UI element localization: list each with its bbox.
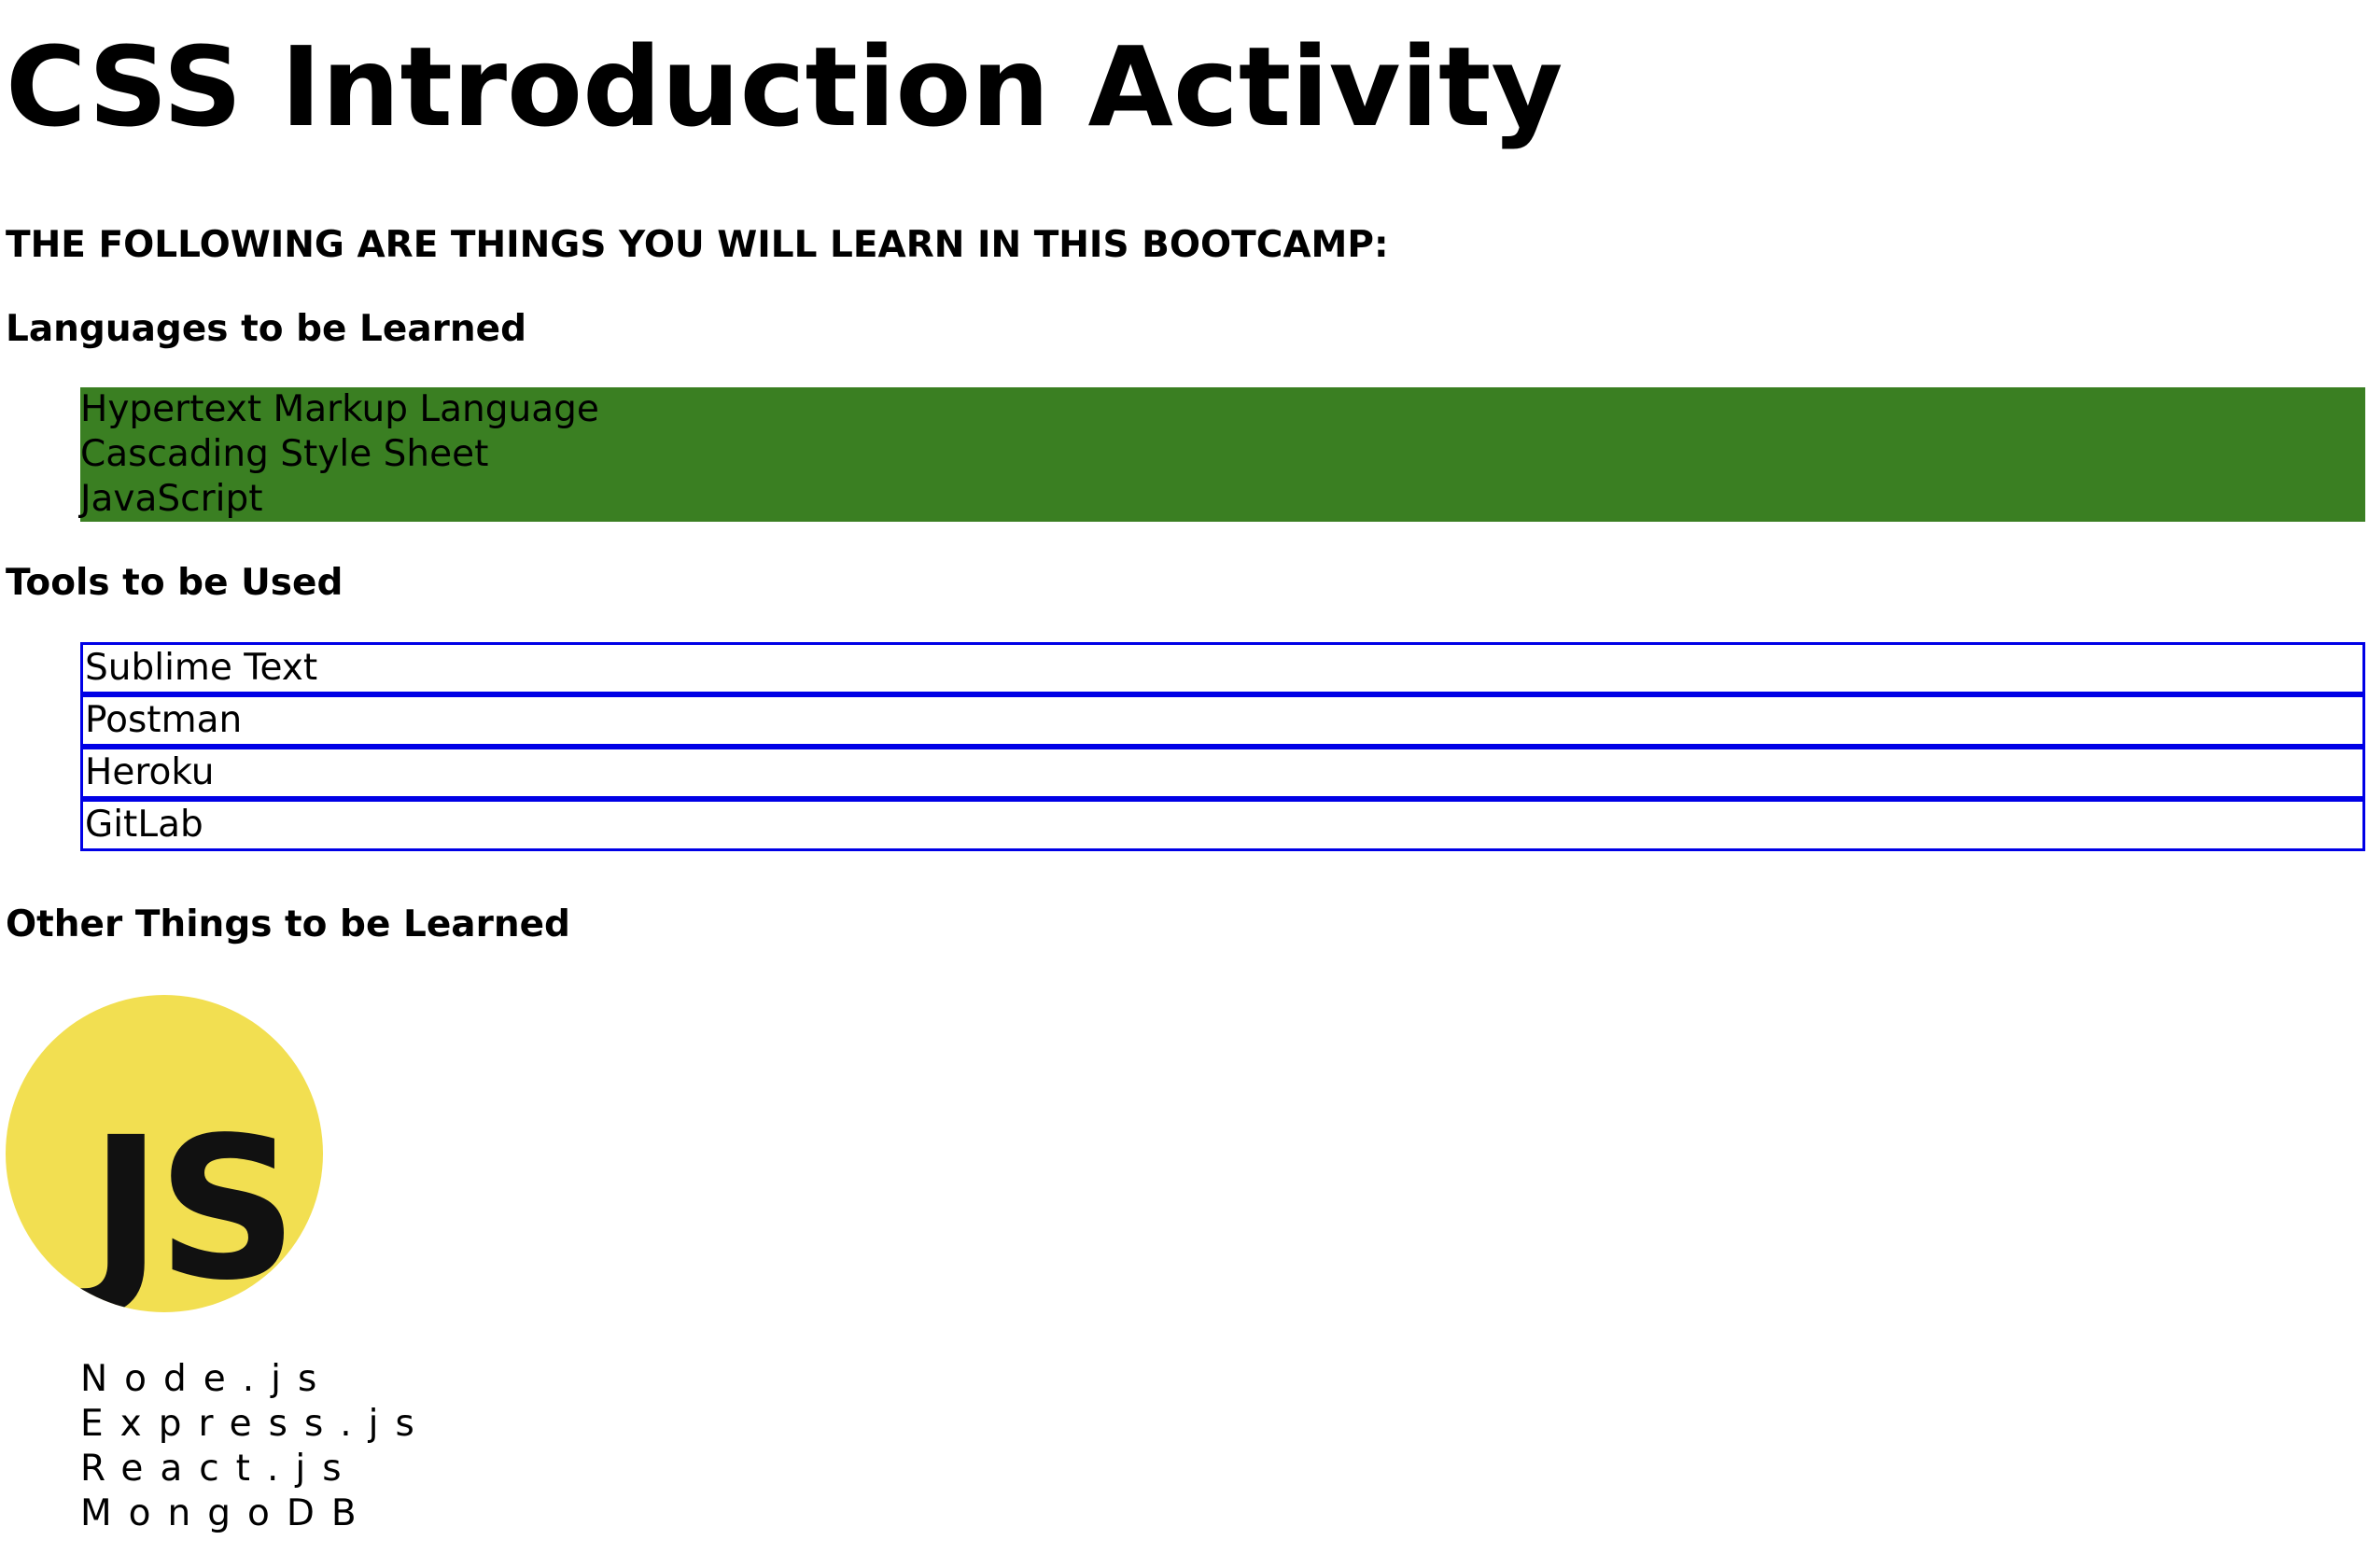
list-item: Node.js (80, 1358, 334, 1400)
page: CSS Introduction Activity THE FOLLOWING … (0, 0, 2369, 1568)
languages-list: Hypertext Markup Language Cascading Styl… (80, 387, 2365, 522)
other-things-list: Node.js Express.js React.js MongoDB (80, 1357, 431, 1536)
languages-heading: Languages to be Learned (6, 308, 527, 350)
list-item: GitLab (80, 799, 2365, 851)
list-item: Postman (80, 694, 2365, 747)
page-subtitle: THE FOLLOWING ARE THINGS YOU WILL LEARN … (6, 224, 1389, 266)
list-item: MongoDB (80, 1492, 373, 1534)
list-item: Hypertext Markup Language (80, 388, 599, 430)
list-item: Cascading Style Sheet (80, 433, 489, 475)
list-item: JavaScript (80, 478, 263, 520)
list-item: Heroku (80, 747, 2365, 799)
page-title: CSS Introduction Activity (6, 22, 1563, 151)
logo-text: JS (90, 1095, 298, 1313)
javascript-logo-icon: JS (6, 995, 323, 1312)
other-heading: Other Things to be Learned (6, 903, 570, 945)
tools-list: Sublime Text Postman Heroku GitLab (80, 642, 2365, 851)
list-item: React.js (80, 1448, 358, 1490)
list-item: Express.js (80, 1403, 431, 1445)
tools-heading: Tools to be Used (6, 562, 343, 604)
list-item: Sublime Text (80, 642, 2365, 694)
